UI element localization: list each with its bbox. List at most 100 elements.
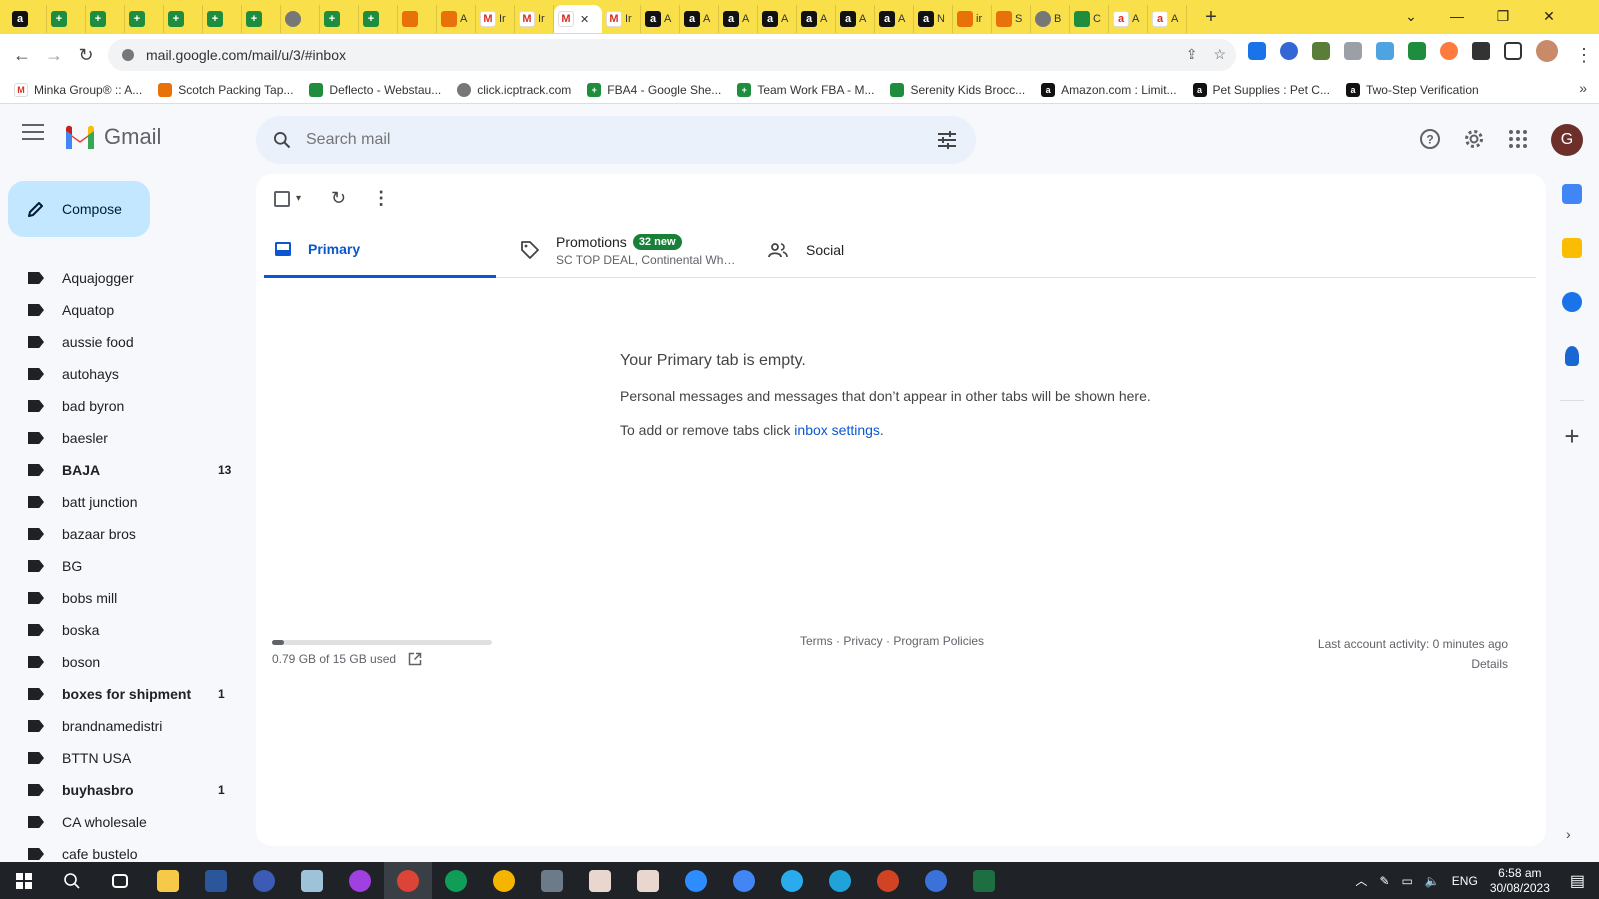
share-icon[interactable]: ⇪ [1186,46,1198,63]
tab-search-icon[interactable]: ⌄ [1388,0,1434,32]
new-tab-icon[interactable]: + [1201,6,1221,29]
browser-tab[interactable] [281,5,320,33]
search-options-icon[interactable] [936,130,958,150]
chrome-profile-3-icon[interactable] [480,862,528,899]
calculator-icon[interactable] [528,862,576,899]
search-input[interactable] [306,131,906,149]
browser-tab[interactable]: aA [875,5,914,33]
network-icon[interactable]: ▭ [1402,874,1413,888]
excel-icon[interactable] [960,862,1008,899]
extension-zik-icon[interactable] [1248,42,1266,60]
browser-tab[interactable]: aA [680,5,719,33]
search-bar[interactable] [256,116,976,164]
sidebar-label-item[interactable]: aussie food [0,326,250,358]
browser-tab[interactable]: aN [914,5,953,33]
browser-tab[interactable]: C [1070,5,1109,33]
privacy-link[interactable]: Privacy [843,634,882,648]
browser-tab[interactable]: aA [797,5,836,33]
sidebar-label-item[interactable]: brandnamedistri [0,710,250,742]
more-actions-icon[interactable]: ⋮ [372,188,390,209]
program-policies-link[interactable]: Program Policies [893,634,984,648]
calendar-icon[interactable] [1562,184,1582,204]
browser-tab[interactable]: + [164,5,203,33]
apps-grid-icon[interactable] [1506,127,1530,151]
extension-chart-icon[interactable] [1344,42,1362,60]
browser-tab[interactable]: aA [719,5,758,33]
extension-box-icon[interactable] [1376,42,1394,60]
browser-tab[interactable]: + [242,5,281,33]
extension-compass-icon[interactable] [1280,42,1298,60]
browser-tab[interactable]: A [437,5,476,33]
bookmark-item[interactable]: click.icptrack.com [457,82,571,97]
browser-tab[interactable]: aA [1148,5,1187,33]
search-icon[interactable] [272,130,292,150]
chrome-profile-4-icon[interactable] [720,862,768,899]
clock[interactable]: 6:58 am 30/08/2023 [1490,866,1550,896]
notes-icon[interactable] [288,862,336,899]
browser-tab[interactable]: a [8,5,47,33]
word-alt-icon[interactable] [240,862,288,899]
windows-start-icon[interactable] [0,862,48,899]
file-explorer-icon[interactable] [144,862,192,899]
close-window-icon[interactable]: ✕ [1526,0,1572,32]
browser-tab[interactable]: M Ir [515,5,554,33]
sidebar-label-item[interactable]: boxes for shipment 1 [0,678,250,710]
browser-tab[interactable]: aA [1109,5,1148,33]
bookmark-item[interactable]: Serenity Kids Brocc... [890,82,1025,97]
sidebar-label-item[interactable]: cafe bustelo [0,838,250,862]
tab-social[interactable]: Social [768,222,844,278]
bookmark-item[interactable]: a Two-Step Verification [1345,82,1479,97]
bookmark-item[interactable]: M Minka Group® :: A... [14,82,142,97]
chrome-profile-2-icon[interactable] [432,862,480,899]
sidebar-label-item[interactable]: bad byron [0,390,250,422]
select-all-checkbox[interactable] [274,190,290,207]
compose-button[interactable]: Compose [8,181,150,237]
browser-tab[interactable]: ir [953,5,992,33]
sidebar-label-item[interactable]: Aquatop [0,294,250,326]
bookmark-item[interactable]: a Amazon.com : Limit... [1041,82,1177,97]
tray-overflow-icon[interactable]: ︿ [1355,872,1367,889]
tasks-icon[interactable] [1562,292,1582,312]
browser-tab[interactable]: + [86,5,125,33]
tab-primary[interactable]: Primary [264,222,496,278]
browser-tab[interactable]: M ✕ [554,5,602,33]
zoom-icon[interactable] [672,862,720,899]
browser-tab[interactable] [398,5,437,33]
inbox-settings-link[interactable]: inbox settings [794,422,880,438]
forward-icon[interactable]: → [38,39,70,71]
sidebar-label-item[interactable]: boson [0,646,250,678]
sidebar-label-item[interactable]: batt junction [0,486,250,518]
chrome-menu-icon[interactable]: ⋮ [1568,39,1599,71]
chrome-profile-1-icon[interactable] [384,862,432,899]
sidebar-label-item[interactable]: autohays [0,358,250,390]
sidebar-label-item[interactable]: boska [0,614,250,646]
bookmark-item[interactable]: a Pet Supplies : Pet C... [1192,82,1330,97]
pen-icon[interactable]: ✎ [1379,874,1389,888]
keep-icon[interactable] [1562,238,1582,258]
select-dropdown-icon[interactable]: ▾ [296,193,301,204]
language-indicator[interactable]: ENG [1452,874,1478,888]
volume-icon[interactable]: 🔈 [1425,874,1440,888]
bookmark-item[interactable]: + FBA4 - Google She... [587,82,721,97]
bookmark-item[interactable]: + Team Work FBA - M... [737,82,874,97]
side-panel-icon[interactable] [1504,42,1522,60]
browser-tab[interactable]: + [125,5,164,33]
telegram-icon[interactable] [768,862,816,899]
browser-tab[interactable]: aA [641,5,680,33]
restore-icon[interactable]: ❐ [1480,0,1526,32]
browser-tab[interactable]: + [320,5,359,33]
sidebar-label-item[interactable]: Aquajogger [0,262,250,294]
edge-icon[interactable] [816,862,864,899]
browser-tab[interactable]: M Ir [602,5,641,33]
terms-link[interactable]: Terms [800,634,833,648]
browser-tab[interactable]: B [1031,5,1070,33]
sidebar-label-item[interactable]: baesler [0,422,250,454]
sidebar-label-item[interactable]: CA wholesale [0,806,250,838]
account-avatar[interactable]: G [1551,124,1583,156]
add-addon-icon[interactable]: + [1552,421,1592,452]
word-icon[interactable] [192,862,240,899]
bookmarks-overflow-icon[interactable]: » [1579,80,1587,96]
address-bar[interactable]: mail.google.com/mail/u/3/#inbox ⇪ ☆ [108,39,1236,71]
task-view-icon[interactable] [96,862,144,899]
browser-tab[interactable]: + [203,5,242,33]
